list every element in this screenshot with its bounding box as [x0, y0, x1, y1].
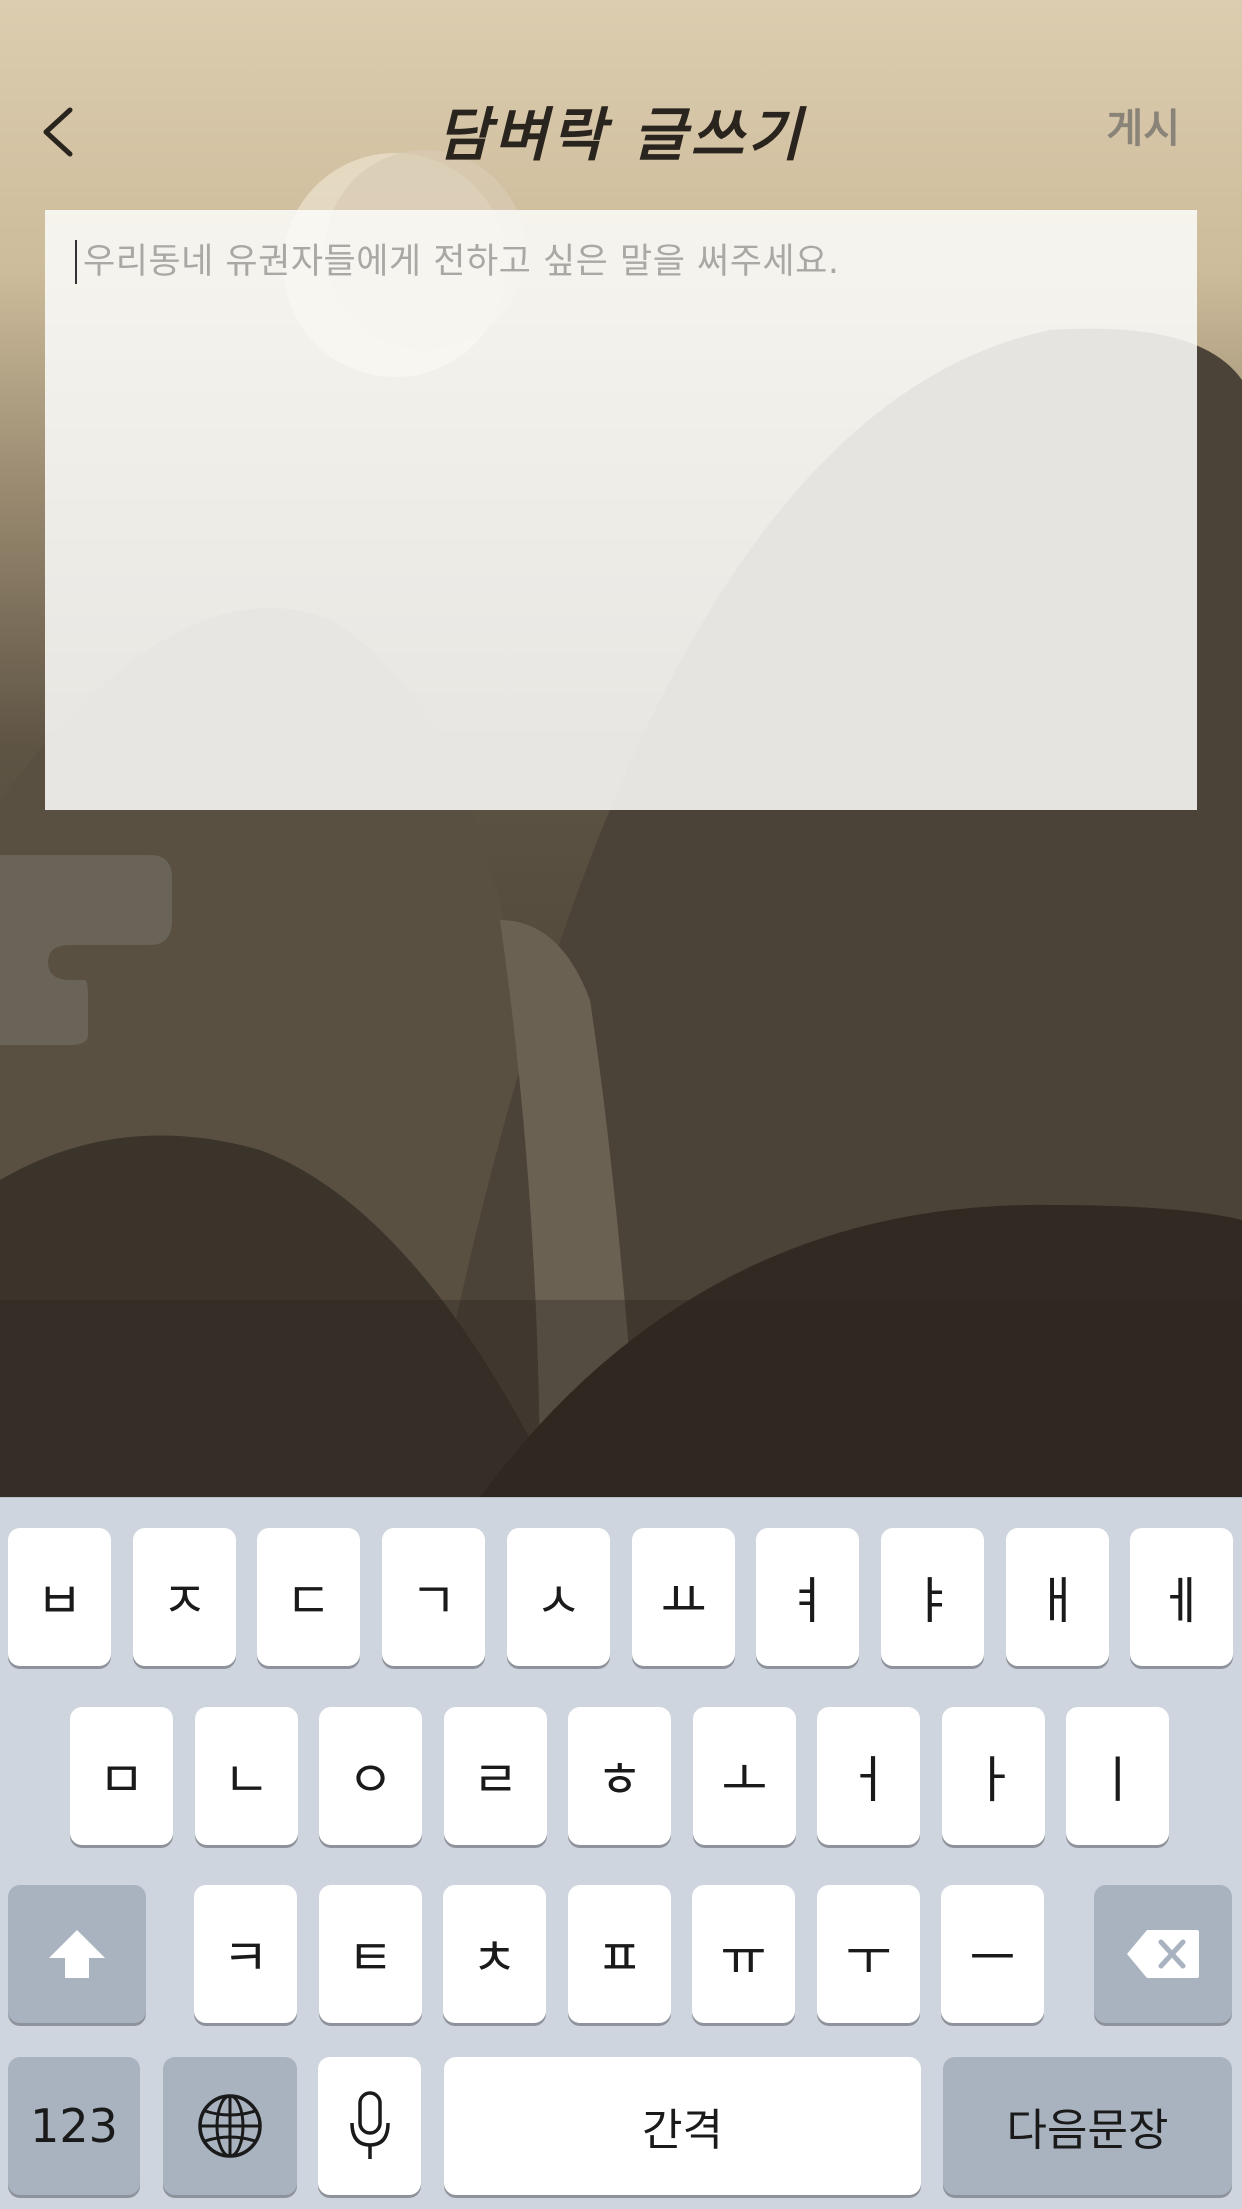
key-label: ㅓ	[845, 1751, 892, 1809]
key-label: ㅁ	[98, 1751, 145, 1809]
key-label: ㅍ	[596, 1929, 643, 1987]
delete-key[interactable]	[1094, 1885, 1232, 2023]
backspace-icon	[1127, 1930, 1199, 1978]
key-label: ㅏ	[970, 1751, 1017, 1809]
key-row1-6[interactable]: ㅕ	[756, 1528, 859, 1666]
key-label: ㅡ	[969, 1929, 1016, 1987]
nav-header: 담벼락 글쓰기 게시	[0, 0, 1242, 200]
key-row2-4[interactable]: ㅎ	[568, 1707, 671, 1845]
shift-key[interactable]	[8, 1885, 146, 2023]
key-row1-7[interactable]: ㅑ	[881, 1528, 984, 1666]
key-row1-8[interactable]: ㅐ	[1006, 1528, 1109, 1666]
key-label: ㅗ	[721, 1751, 768, 1809]
key-label: ㅜ	[845, 1929, 892, 1987]
globe-icon	[198, 2094, 262, 2158]
return-key[interactable]: 다음문장	[943, 2057, 1232, 2195]
key-row3-0[interactable]: ㅋ	[194, 1885, 297, 2023]
key-row1-0[interactable]: ㅂ	[8, 1528, 111, 1666]
key-row1-1[interactable]: ㅈ	[133, 1528, 236, 1666]
key-label: ㅑ	[909, 1572, 956, 1630]
page-title: 담벼락 글쓰기	[436, 101, 806, 169]
key-label: ㄹ	[472, 1751, 519, 1809]
key-row1-5[interactable]: ㅛ	[632, 1528, 735, 1666]
key-row1-3[interactable]: ㄱ	[382, 1528, 485, 1666]
numbers-key-label: 123	[30, 2099, 118, 2153]
key-label: ㅅ	[535, 1572, 582, 1630]
shift-arrow-icon	[49, 1930, 105, 1978]
key-label: ㅎ	[596, 1751, 643, 1809]
numbers-key[interactable]: 123	[8, 2057, 140, 2195]
key-row2-5[interactable]: ㅗ	[693, 1707, 796, 1845]
key-row2-1[interactable]: ㄴ	[195, 1707, 298, 1845]
key-label: ㅈ	[161, 1572, 208, 1630]
key-row2-8[interactable]: ㅣ	[1066, 1707, 1169, 1845]
key-row1-9[interactable]: ㅔ	[1130, 1528, 1233, 1666]
key-row3-1[interactable]: ㅌ	[319, 1885, 422, 2023]
key-label: ㅊ	[471, 1929, 518, 1987]
key-row2-2[interactable]: ㅇ	[319, 1707, 422, 1845]
key-label: ㅌ	[347, 1929, 394, 1987]
key-row2-6[interactable]: ㅓ	[817, 1707, 920, 1845]
key-row2-7[interactable]: ㅏ	[942, 1707, 1045, 1845]
message-textarea[interactable]: 우리동네 유권자들에게 전하고 싶은 말을 써주세요.	[45, 210, 1197, 810]
key-row3-3[interactable]: ㅍ	[568, 1885, 671, 2023]
key-label: ㅕ	[784, 1572, 831, 1630]
key-label: ㅠ	[720, 1929, 767, 1987]
key-label: ㄱ	[410, 1572, 457, 1630]
text-caret	[75, 240, 77, 284]
korean-keyboard: ㅂ ㅈ ㄷ ㄱ ㅅ ㅛ ㅕ ㅑ ㅐ ㅔ ㅁ ㄴ ㅇ ㄹ ㅎ ㅗ ㅓ ㅏ ㅣ ㅋ ㅌ ㅊ ㅍ ㅠ ㅜ ㅡ 123 간격 다음문장	[0, 1497, 1242, 2209]
globe-key[interactable]	[163, 2057, 297, 2195]
key-label: ㅛ	[660, 1572, 707, 1630]
key-row3-5[interactable]: ㅜ	[817, 1885, 920, 2023]
post-button[interactable]: 게시	[1106, 96, 1180, 154]
message-placeholder: 우리동네 유권자들에게 전하고 싶은 말을 써주세요.	[83, 242, 840, 282]
key-row1-2[interactable]: ㄷ	[257, 1528, 360, 1666]
key-label: ㅐ	[1034, 1572, 1081, 1630]
key-row3-2[interactable]: ㅊ	[443, 1885, 546, 2023]
space-key[interactable]: 간격	[444, 2057, 921, 2195]
microphone-icon	[349, 2091, 390, 2159]
key-row2-0[interactable]: ㅁ	[70, 1707, 173, 1845]
space-key-label: 간격	[642, 2105, 723, 2156]
key-label: ㅔ	[1158, 1572, 1205, 1630]
key-row3-6[interactable]: ㅡ	[941, 1885, 1044, 2023]
key-row1-4[interactable]: ㅅ	[507, 1528, 610, 1666]
key-label: ㅂ	[36, 1572, 83, 1630]
key-label: ㄷ	[285, 1572, 332, 1630]
microphone-key[interactable]	[318, 2057, 421, 2195]
return-key-label: 다음문장	[1006, 2105, 1169, 2156]
key-label: ㅋ	[222, 1929, 269, 1987]
key-label: ㅇ	[347, 1751, 394, 1809]
key-row2-3[interactable]: ㄹ	[444, 1707, 547, 1845]
key-label: ㅣ	[1094, 1751, 1141, 1809]
key-label: ㄴ	[223, 1751, 270, 1809]
key-row3-4[interactable]: ㅠ	[692, 1885, 795, 2023]
